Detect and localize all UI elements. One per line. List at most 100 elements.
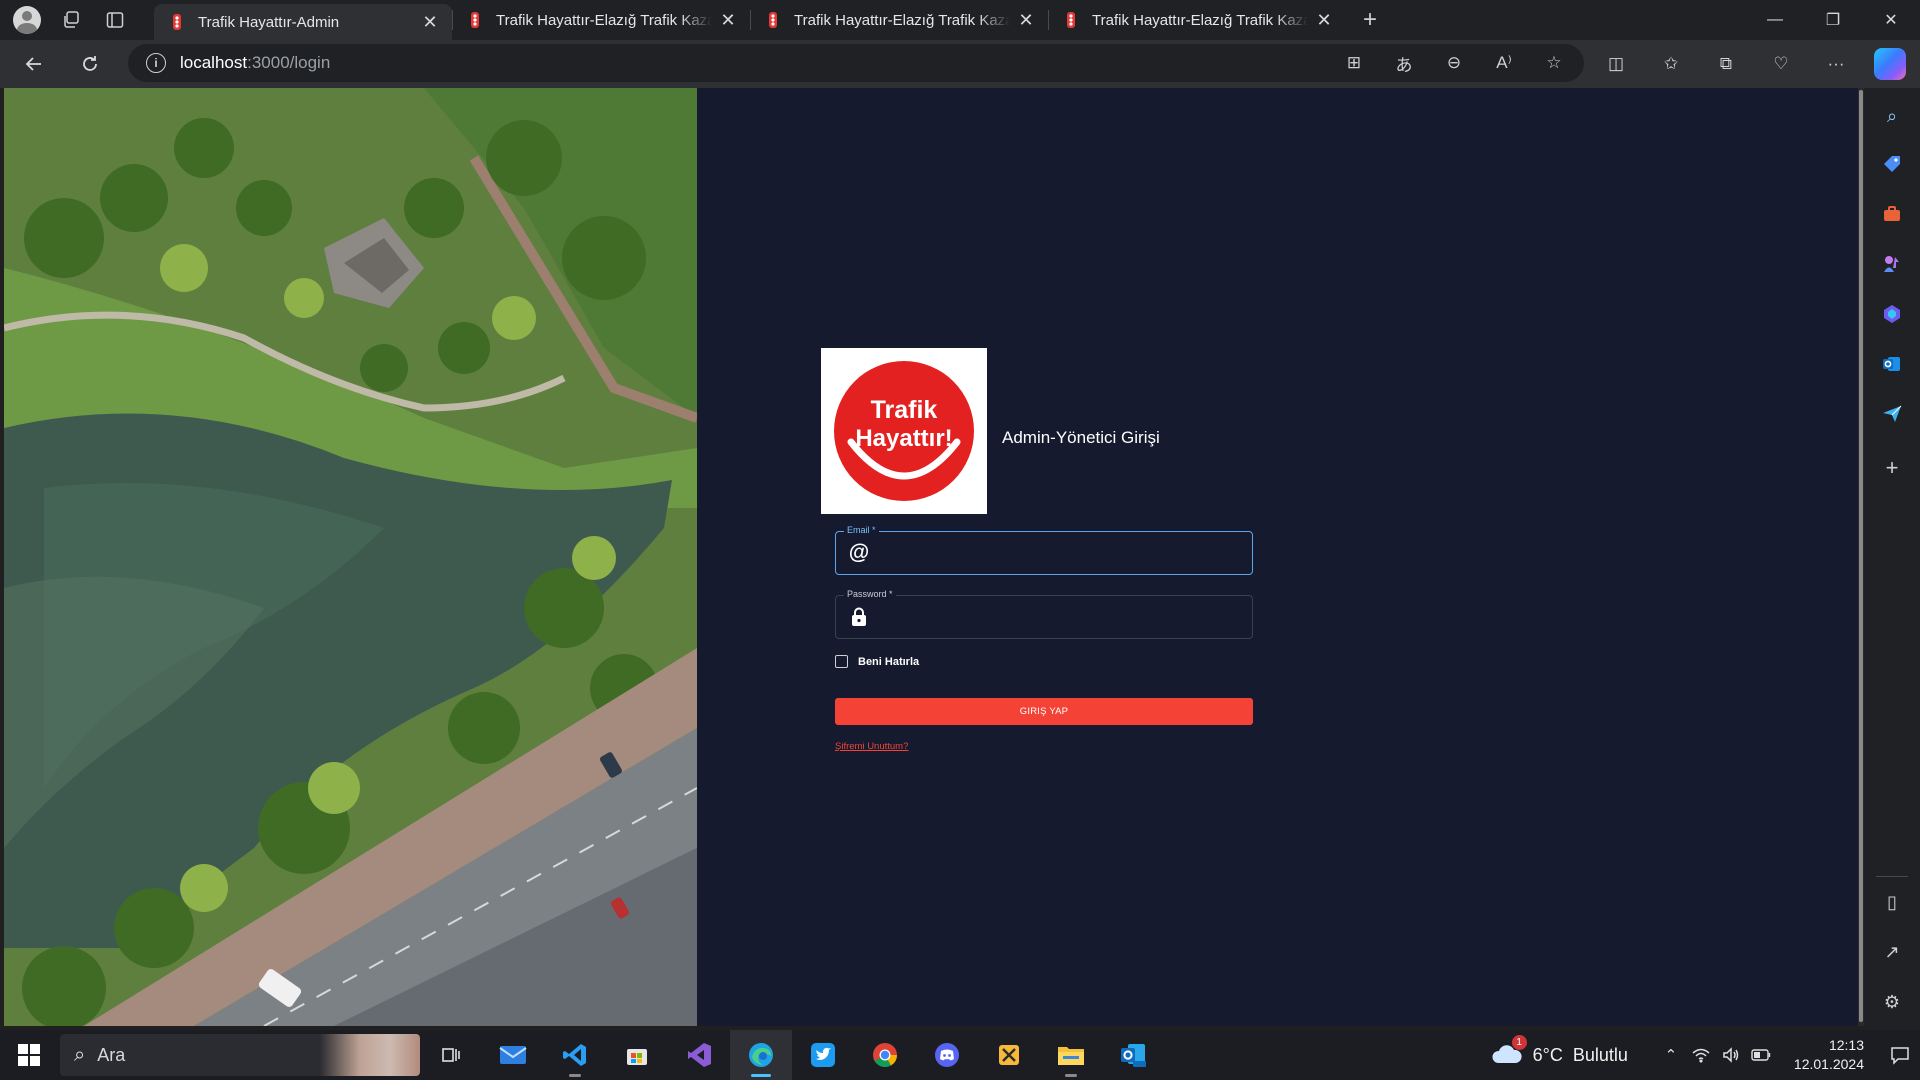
clock-date: 12.01.2024 [1793,1056,1864,1072]
visual-studio-icon[interactable] [668,1030,730,1080]
close-icon[interactable]: ✕ [1016,10,1036,30]
shopping-tag-icon[interactable] [1878,150,1906,178]
notification-icon[interactable] [1880,1045,1920,1065]
traffic-light-icon [1067,12,1075,28]
cloud-icon: 1 [1491,1034,1527,1070]
password-input[interactable] [880,602,1240,632]
hide-sidebar-icon[interactable]: ▯ [1878,888,1906,916]
password-field[interactable]: Password * [835,589,1253,639]
tab-admin[interactable]: Trafik Hayattır-Admin ✕ [154,4,452,40]
at-sign-icon: @ [848,541,870,564]
send-icon[interactable] [1878,400,1906,428]
microsoft-365-icon[interactable] [1878,300,1906,328]
volume-icon[interactable] [1716,1047,1746,1063]
login-button[interactable]: GIRIŞ YAP [835,698,1253,725]
file-explorer-icon[interactable] [1040,1030,1102,1080]
close-window-button[interactable]: ✕ [1862,0,1920,40]
restore-button[interactable]: ❐ [1804,0,1862,40]
page-viewport: Trafik Hayattır! Admin-Yönetici Girişi E… [4,88,1860,1026]
tab-title: Trafik Hayattır-Admin [198,13,340,31]
discord-icon[interactable] [916,1030,978,1080]
clock-time: 12:13 [1828,1037,1864,1053]
trafik-hayattir-logo: Trafik Hayattır! [821,348,987,514]
edge-icon[interactable] [730,1030,792,1080]
start-button[interactable] [4,1030,54,1080]
favorite-star-icon[interactable]: ☆ [1534,44,1574,82]
favorites-icon[interactable]: ✩ [1651,44,1691,84]
system-tray: 1 6°C Bulutlu ⌃ 12:13 12.01.2024 [1491,1030,1920,1080]
close-icon[interactable]: ✕ [718,10,738,30]
weather-temp: 6°C [1532,1044,1563,1065]
lock-icon [848,606,870,628]
outlook-icon[interactable] [1878,350,1906,378]
tab-title: Trafik Hayattır-Elazığ Trafik Kazaları [1092,11,1308,29]
search-icon[interactable]: ⌕ [1878,102,1906,130]
games-icon[interactable] [1878,250,1906,278]
logo-text-line2: Hayattır! [855,425,952,452]
remember-me[interactable]: Beni Hatırla [835,655,919,668]
weather-widget[interactable]: 1 6°C Bulutlu [1491,1034,1628,1070]
close-icon[interactable]: ✕ [420,12,440,32]
battery-icon[interactable] [1746,1049,1776,1061]
traffic-light-icon [173,14,181,30]
mail-icon[interactable] [482,1030,544,1080]
taskbar-clock[interactable]: 12:13 12.01.2024 [1794,1036,1864,1074]
traffic-light-icon [471,12,479,28]
back-button[interactable] [14,44,54,84]
tab-elazig-3[interactable]: Trafik Hayattır-Elazığ Trafik Kazaları ✕ [1048,0,1346,40]
profile-button[interactable] [10,3,44,37]
chrome-icon[interactable] [854,1030,916,1080]
email-input[interactable] [880,538,1240,568]
task-view-icon[interactable] [420,1030,482,1080]
url-host: localhost [180,53,248,72]
tab-actions-icon[interactable] [98,3,132,37]
address-bar[interactable]: i localhost:3000/login ⊞ あ ⊖ A⁾ ☆ [128,44,1584,82]
reload-button[interactable] [70,44,110,84]
read-aloud-icon[interactable]: A⁾ [1484,44,1524,82]
split-screen-icon[interactable]: ◫ [1596,44,1636,84]
email-label: Email * [844,525,879,535]
translate-icon[interactable]: あ [1384,44,1424,82]
wifi-icon[interactable] [1686,1047,1716,1063]
chevron-up-icon[interactable]: ⌃ [1656,1046,1686,1064]
url-path: :3000/login [247,53,331,72]
snipping-tool-icon[interactable] [978,1030,1040,1080]
vscode-icon[interactable] [544,1030,606,1080]
tab-elazig-2[interactable]: Trafik Hayattır-Elazığ Trafik Kazaları ✕ [750,0,1048,40]
microsoft-store-icon[interactable] [606,1030,668,1080]
logo-text-line1: Trafik [871,396,938,424]
scrollbar-thumb[interactable] [1859,90,1863,1022]
windows-logo-icon [18,1044,40,1066]
info-icon[interactable]: i [146,53,166,73]
tab-elazig-1[interactable]: Trafik Hayattır-Elazığ Trafik Kazaları ✕ [452,0,750,40]
open-external-icon[interactable]: ↗ [1878,938,1906,966]
tools-icon[interactable] [1878,200,1906,228]
email-field[interactable]: Email * @ [835,525,1253,575]
zoom-out-icon[interactable]: ⊖ [1434,44,1474,82]
remember-checkbox[interactable] [835,655,848,668]
minimize-button[interactable]: — [1746,0,1804,40]
more-menu-icon[interactable]: ··· [1816,44,1856,84]
workspaces-icon[interactable] [54,3,88,37]
sidebar-divider [1876,876,1908,877]
browser-tab-strip: Trafik Hayattır-Admin ✕ Trafik Hayattır-… [0,0,1920,40]
search-placeholder: Ara [97,1044,126,1065]
edge-sidebar: ⌕ + ▯ ↗ ⚙ [1864,88,1920,1030]
windows-taskbar: ⌕ Ara 1 6°C Bulutlu ⌃ 12:13 12.01.2024 [0,1030,1920,1080]
app-available-icon[interactable]: ⊞ [1334,44,1374,82]
browser-essentials-icon[interactable]: ♡ [1761,44,1801,84]
collections-icon[interactable]: ⧉ [1706,44,1746,84]
settings-gear-icon[interactable]: ⚙ [1878,988,1906,1016]
search-icon: ⌕ [74,1043,86,1066]
new-tab-button[interactable]: + [1352,2,1388,38]
close-icon[interactable]: ✕ [1314,10,1334,30]
add-sidebar-app-icon[interactable]: + [1878,454,1906,482]
tab-title: Trafik Hayattır-Elazığ Trafik Kazaları [794,11,1010,29]
twitter-icon[interactable] [792,1030,854,1080]
forgot-password-link[interactable]: Şifremi Unuttum? [835,741,908,752]
outlook-new-icon[interactable] [1102,1030,1164,1080]
taskbar-search[interactable]: ⌕ Ara [60,1034,420,1076]
browser-toolbar: i localhost:3000/login ⊞ あ ⊖ A⁾ ☆ ◫ ✩ ⧉ … [0,40,1920,88]
copilot-icon[interactable] [1874,48,1906,80]
search-highlight-image [320,1034,420,1076]
